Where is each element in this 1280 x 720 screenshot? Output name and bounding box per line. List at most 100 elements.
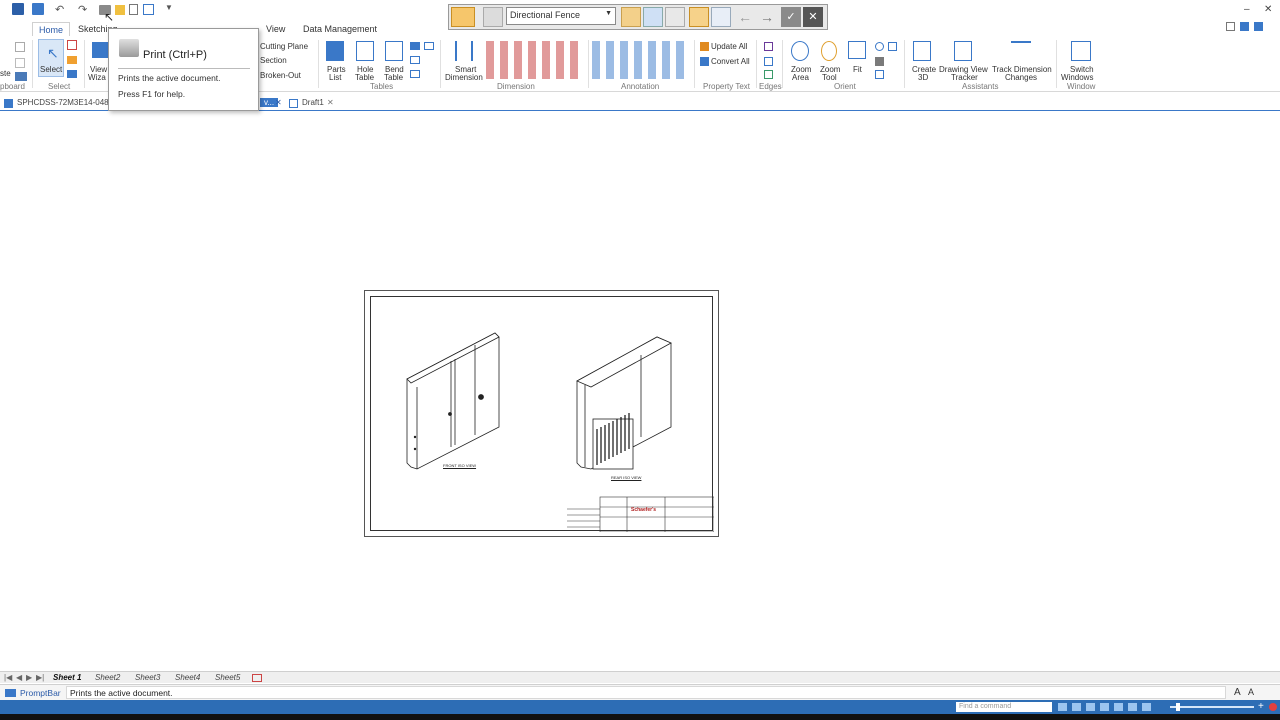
status-tool-2-icon[interactable] bbox=[1072, 703, 1081, 711]
find-command-input[interactable]: Find a command bbox=[956, 702, 1052, 712]
status-tool-4-icon[interactable] bbox=[1100, 703, 1109, 711]
create-3d-icon[interactable] bbox=[913, 41, 931, 61]
prompt-bar-text: Prints the active document. bbox=[66, 686, 1226, 699]
close-tab-icon[interactable]: ✕ bbox=[275, 98, 282, 107]
switch-windows-icon[interactable] bbox=[1071, 41, 1091, 61]
pan-icon[interactable] bbox=[888, 42, 897, 51]
zoom-tool-label-2: Tool bbox=[822, 73, 837, 82]
status-tool-6-icon[interactable] bbox=[1128, 703, 1137, 711]
broken-out-button[interactable]: Broken-Out bbox=[260, 71, 301, 80]
prompt-bar-icon bbox=[5, 689, 16, 697]
fit-icon[interactable] bbox=[848, 41, 866, 59]
convert-all-icon[interactable] bbox=[700, 57, 709, 66]
help-icon[interactable] bbox=[1226, 22, 1235, 31]
parts-list-icon[interactable] bbox=[326, 41, 344, 61]
layout-2-icon[interactable] bbox=[1254, 22, 1263, 31]
select-similar-icon[interactable] bbox=[67, 70, 77, 78]
minimize-icon[interactable]: – bbox=[1244, 4, 1250, 15]
zoom-slider-thumb[interactable] bbox=[1176, 703, 1180, 711]
previous-view-icon[interactable] bbox=[875, 70, 884, 79]
refresh-icon[interactable] bbox=[143, 4, 154, 15]
zoom-slider[interactable] bbox=[1170, 706, 1254, 708]
table-4-icon[interactable] bbox=[410, 70, 420, 78]
drawing-view-tracker-icon[interactable] bbox=[954, 41, 972, 61]
hole-table-icon[interactable] bbox=[356, 41, 374, 61]
status-tool-3-icon[interactable] bbox=[1086, 703, 1095, 711]
bend-table-icon[interactable] bbox=[385, 41, 403, 61]
select-group-icon[interactable] bbox=[67, 56, 77, 64]
section-button[interactable]: Section bbox=[260, 56, 287, 65]
rear-view-caption: REAR ISO VIEW bbox=[611, 475, 642, 480]
edges-3-icon[interactable] bbox=[764, 70, 773, 79]
customize-dropdown-icon[interactable]: ▼ bbox=[165, 3, 179, 17]
paste-label: ste bbox=[0, 69, 11, 78]
annotation-tools-icon[interactable] bbox=[592, 41, 690, 79]
sheet-tab-4[interactable]: Sheet4 bbox=[175, 673, 200, 682]
tooltip-description: Prints the active document. bbox=[118, 73, 221, 83]
tab-view[interactable]: View bbox=[266, 24, 285, 34]
status-tool-7-icon[interactable] bbox=[1142, 703, 1151, 711]
status-tool-5-icon[interactable] bbox=[1114, 703, 1123, 711]
tab-data-management[interactable]: Data Management bbox=[303, 24, 377, 34]
redo-icon[interactable]: ↷ bbox=[78, 3, 92, 17]
cutting-plane-button[interactable]: Cutting Plane bbox=[260, 42, 308, 51]
new-icon[interactable] bbox=[129, 4, 138, 15]
drawing-sheet[interactable]: FRONT ISO VIEW REAR ISO VIEW Schaefer's bbox=[364, 290, 719, 537]
select-filter-icon[interactable] bbox=[67, 40, 77, 50]
tab-home[interactable]: Home bbox=[32, 22, 71, 37]
table-icon[interactable] bbox=[410, 42, 420, 50]
track-dimension-changes-icon[interactable] bbox=[1011, 41, 1031, 61]
font-size-small-icon[interactable]: A bbox=[1248, 687, 1254, 697]
cut-icon[interactable] bbox=[15, 42, 25, 52]
close-draft-tab-icon[interactable]: ✕ bbox=[327, 98, 334, 107]
document-tab-draft1[interactable]: Draft1 bbox=[302, 98, 324, 107]
front-iso-view bbox=[406, 332, 500, 470]
zoom-in-icon[interactable] bbox=[875, 42, 884, 51]
drawing-view-tracker-label-2: Tracker bbox=[951, 73, 978, 82]
zoom-tool-icon[interactable] bbox=[821, 41, 837, 61]
print-tooltip: Print (Ctrl+P) Prints the active documen… bbox=[108, 28, 259, 111]
sheet-last-icon[interactable]: ▶| bbox=[36, 673, 44, 682]
title-block-logo: Schaefer's bbox=[631, 507, 657, 513]
view-orient-icon[interactable] bbox=[875, 57, 884, 66]
group-select: Select bbox=[48, 82, 71, 91]
undo-icon[interactable]: ↶ bbox=[55, 3, 69, 17]
save-icon[interactable] bbox=[12, 3, 24, 15]
document-tab-1[interactable]: SPHCDSS-72M3E14-048... bbox=[17, 98, 115, 107]
table-3-icon[interactable] bbox=[410, 56, 420, 64]
zoom-area-icon[interactable] bbox=[791, 41, 809, 61]
sheet-tab-3[interactable]: Sheet3 bbox=[135, 673, 160, 682]
font-size-icon[interactable]: A bbox=[1234, 687, 1241, 698]
table-2-icon[interactable] bbox=[424, 42, 434, 50]
group-tables: Tables bbox=[370, 82, 394, 91]
add-sheet-icon[interactable] bbox=[252, 674, 262, 682]
sheet-tab-2[interactable]: Sheet2 bbox=[95, 673, 120, 682]
paste-icon[interactable] bbox=[15, 72, 27, 81]
smart-dimension-icon[interactable] bbox=[455, 41, 473, 61]
sheet-prev-icon[interactable]: ◀ bbox=[16, 673, 22, 682]
select-label: Select bbox=[40, 65, 63, 74]
save-all-icon[interactable] bbox=[32, 3, 44, 15]
convert-all-button[interactable]: Convert All bbox=[711, 57, 750, 66]
sheet-first-icon[interactable]: |◀ bbox=[4, 673, 12, 682]
update-all-icon[interactable] bbox=[700, 42, 709, 51]
edges-icon[interactable] bbox=[764, 42, 773, 51]
zoom-in-plus-icon[interactable]: + bbox=[1258, 701, 1264, 712]
chevron-down-icon: ▼ bbox=[605, 10, 612, 17]
open-icon[interactable] bbox=[115, 5, 125, 15]
tooltip-title: Print (Ctrl+P) bbox=[143, 49, 207, 61]
sheet-next-icon[interactable]: ▶ bbox=[26, 673, 32, 682]
dimension-tools-icon[interactable] bbox=[486, 41, 582, 79]
close-window-icon[interactable]: ✕ bbox=[1264, 4, 1272, 15]
sheet-tab-1[interactable]: Sheet 1 bbox=[53, 673, 81, 682]
update-all-button[interactable]: Update All bbox=[711, 42, 747, 51]
record-icon[interactable] bbox=[1269, 703, 1277, 711]
sheet-tab-5[interactable]: Sheet5 bbox=[215, 673, 240, 682]
edges-2-icon[interactable] bbox=[764, 57, 773, 66]
status-tool-icon[interactable] bbox=[1058, 703, 1067, 711]
layout-icon[interactable] bbox=[1240, 22, 1249, 31]
copy-icon[interactable] bbox=[15, 58, 25, 68]
group-assistants: Assistants bbox=[962, 82, 999, 91]
group-window: Window bbox=[1067, 82, 1096, 91]
view-wizard-icon[interactable] bbox=[92, 42, 108, 58]
